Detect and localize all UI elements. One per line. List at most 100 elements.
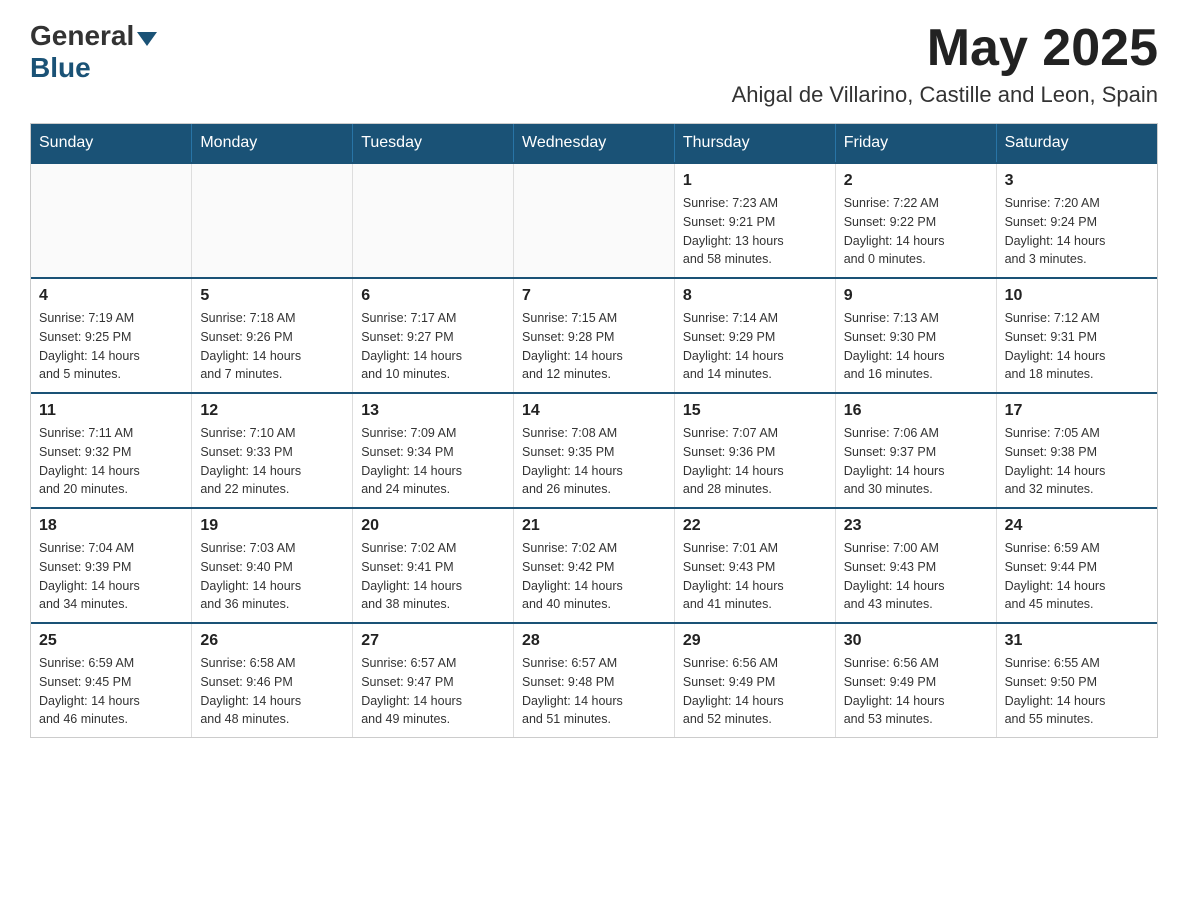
calendar-cell: 3 Sunrise: 7:20 AM Sunset: 9:24 PM Daylig…: [996, 163, 1157, 278]
calendar-week-5: 25 Sunrise: 6:59 AM Sunset: 9:45 PM Dayli…: [31, 623, 1157, 737]
day-info: Sunrise: 6:59 AM Sunset: 9:45 PM Dayligh…: [39, 654, 183, 729]
calendar-cell: 30 Sunrise: 6:56 AM Sunset: 9:49 PM Dayli…: [835, 623, 996, 737]
calendar: SundayMondayTuesdayWednesdayThursdayFrid…: [30, 123, 1158, 738]
logo: General Blue: [30, 20, 157, 84]
calendar-cell: 1Sunrise: 7:23 AM Sunset: 9:21 PM Daylig…: [674, 163, 835, 278]
day-of-week-tuesday: Tuesday: [353, 124, 514, 163]
day-info: Sunrise: 7:10 AM Sunset: 9:33 PM Dayligh…: [200, 424, 344, 499]
calendar-cell: 11 Sunrise: 7:11 AM Sunset: 9:32 PM Dayli…: [31, 393, 192, 508]
calendar-cell: 24 Sunrise: 6:59 AM Sunset: 9:44 PM Dayli…: [996, 508, 1157, 623]
calendar-cell: 20 Sunrise: 7:02 AM Sunset: 9:41 PM Dayli…: [353, 508, 514, 623]
day-number: 2: [844, 172, 988, 190]
day-info: Sunrise: 7:04 AM Sunset: 9:39 PM Dayligh…: [39, 539, 183, 614]
calendar-cell: [192, 163, 353, 278]
day-info: Sunrise: 7:15 AM Sunset: 9:28 PM Dayligh…: [522, 309, 666, 384]
month-year-title: May 2025: [732, 20, 1158, 77]
day-of-week-thursday: Thursday: [674, 124, 835, 163]
logo-blue-text: Blue: [30, 52, 91, 84]
day-info: Sunrise: 6:56 AM Sunset: 9:49 PM Dayligh…: [683, 654, 827, 729]
calendar-cell: 10 Sunrise: 7:12 AM Sunset: 9:31 PM Dayli…: [996, 278, 1157, 393]
day-info: Sunrise: 7:00 AM Sunset: 9:43 PM Dayligh…: [844, 539, 988, 614]
calendar-cell: 4 Sunrise: 7:19 AM Sunset: 9:25 PM Daylig…: [31, 278, 192, 393]
day-number: 8: [683, 287, 827, 305]
calendar-cell: 26 Sunrise: 6:58 AM Sunset: 9:46 PM Dayli…: [192, 623, 353, 737]
day-info: Sunrise: 7:12 AM Sunset: 9:31 PM Dayligh…: [1005, 309, 1149, 384]
day-info: Sunrise: 7:05 AM Sunset: 9:38 PM Dayligh…: [1005, 424, 1149, 499]
location-subtitle: Ahigal de Villarino, Castille and Leon, …: [732, 82, 1158, 108]
day-number: 30: [844, 632, 988, 650]
calendar-cell: 21 Sunrise: 7:02 AM Sunset: 9:42 PM Dayli…: [514, 508, 675, 623]
logo-general-text: General: [30, 20, 134, 52]
day-number: 31: [1005, 632, 1149, 650]
day-number: 24: [1005, 517, 1149, 535]
calendar-cell: 9Sunrise: 7:13 AM Sunset: 9:30 PM Daylig…: [835, 278, 996, 393]
day-number: 22: [683, 517, 827, 535]
day-number: 7: [522, 287, 666, 305]
day-of-week-saturday: Saturday: [996, 124, 1157, 163]
day-number: 29: [683, 632, 827, 650]
day-number: 25: [39, 632, 183, 650]
calendar-cell: 31 Sunrise: 6:55 AM Sunset: 9:50 PM Dayli…: [996, 623, 1157, 737]
day-info: Sunrise: 7:11 AM Sunset: 9:32 PM Dayligh…: [39, 424, 183, 499]
day-of-week-friday: Friday: [835, 124, 996, 163]
calendar-week-4: 18Sunrise: 7:04 AM Sunset: 9:39 PM Dayli…: [31, 508, 1157, 623]
day-number: 19: [200, 517, 344, 535]
day-info: Sunrise: 7:02 AM Sunset: 9:42 PM Dayligh…: [522, 539, 666, 614]
calendar-week-3: 11 Sunrise: 7:11 AM Sunset: 9:32 PM Dayli…: [31, 393, 1157, 508]
day-number: 17: [1005, 402, 1149, 420]
day-info: Sunrise: 7:02 AM Sunset: 9:41 PM Dayligh…: [361, 539, 505, 614]
calendar-cell: 14Sunrise: 7:08 AM Sunset: 9:35 PM Dayli…: [514, 393, 675, 508]
calendar-cell: 25 Sunrise: 6:59 AM Sunset: 9:45 PM Dayli…: [31, 623, 192, 737]
calendar-cell: 17 Sunrise: 7:05 AM Sunset: 9:38 PM Dayli…: [996, 393, 1157, 508]
day-info: Sunrise: 6:57 AM Sunset: 9:48 PM Dayligh…: [522, 654, 666, 729]
calendar-cell: 12 Sunrise: 7:10 AM Sunset: 9:33 PM Dayli…: [192, 393, 353, 508]
day-info: Sunrise: 7:19 AM Sunset: 9:25 PM Dayligh…: [39, 309, 183, 384]
day-info: Sunrise: 7:13 AM Sunset: 9:30 PM Dayligh…: [844, 309, 988, 384]
day-info: Sunrise: 7:03 AM Sunset: 9:40 PM Dayligh…: [200, 539, 344, 614]
day-info: Sunrise: 6:56 AM Sunset: 9:49 PM Dayligh…: [844, 654, 988, 729]
day-info: Sunrise: 7:06 AM Sunset: 9:37 PM Dayligh…: [844, 424, 988, 499]
day-number: 11: [39, 402, 183, 420]
day-number: 5: [200, 287, 344, 305]
day-info: Sunrise: 6:58 AM Sunset: 9:46 PM Dayligh…: [200, 654, 344, 729]
day-number: 23: [844, 517, 988, 535]
calendar-week-2: 4 Sunrise: 7:19 AM Sunset: 9:25 PM Daylig…: [31, 278, 1157, 393]
day-number: 21: [522, 517, 666, 535]
calendar-cell: 29 Sunrise: 6:56 AM Sunset: 9:49 PM Dayli…: [674, 623, 835, 737]
day-number: 4: [39, 287, 183, 305]
calendar-header-row: SundayMondayTuesdayWednesdayThursdayFrid…: [31, 124, 1157, 163]
day-info: Sunrise: 7:09 AM Sunset: 9:34 PM Dayligh…: [361, 424, 505, 499]
day-info: Sunrise: 7:07 AM Sunset: 9:36 PM Dayligh…: [683, 424, 827, 499]
calendar-cell: 18Sunrise: 7:04 AM Sunset: 9:39 PM Dayli…: [31, 508, 192, 623]
day-info: Sunrise: 6:59 AM Sunset: 9:44 PM Dayligh…: [1005, 539, 1149, 614]
day-info: Sunrise: 6:55 AM Sunset: 9:50 PM Dayligh…: [1005, 654, 1149, 729]
calendar-cell: 13 Sunrise: 7:09 AM Sunset: 9:34 PM Dayli…: [353, 393, 514, 508]
day-info: Sunrise: 7:20 AM Sunset: 9:24 PM Dayligh…: [1005, 194, 1149, 269]
calendar-cell: 6Sunrise: 7:17 AM Sunset: 9:27 PM Daylig…: [353, 278, 514, 393]
day-number: 10: [1005, 287, 1149, 305]
day-info: Sunrise: 7:22 AM Sunset: 9:22 PM Dayligh…: [844, 194, 988, 269]
calendar-week-1: 1Sunrise: 7:23 AM Sunset: 9:21 PM Daylig…: [31, 163, 1157, 278]
day-number: 3: [1005, 172, 1149, 190]
calendar-cell: 23 Sunrise: 7:00 AM Sunset: 9:43 PM Dayli…: [835, 508, 996, 623]
calendar-cell: 22Sunrise: 7:01 AM Sunset: 9:43 PM Dayli…: [674, 508, 835, 623]
day-number: 28: [522, 632, 666, 650]
day-of-week-wednesday: Wednesday: [514, 124, 675, 163]
calendar-cell: 15Sunrise: 7:07 AM Sunset: 9:36 PM Dayli…: [674, 393, 835, 508]
calendar-cell: [31, 163, 192, 278]
day-of-week-sunday: Sunday: [31, 124, 192, 163]
day-number: 14: [522, 402, 666, 420]
day-number: 6: [361, 287, 505, 305]
header: General Blue May 2025 Ahigal de Villarin…: [30, 20, 1158, 108]
day-info: Sunrise: 6:57 AM Sunset: 9:47 PM Dayligh…: [361, 654, 505, 729]
day-number: 26: [200, 632, 344, 650]
day-number: 1: [683, 172, 827, 190]
day-number: 12: [200, 402, 344, 420]
day-number: 13: [361, 402, 505, 420]
calendar-cell: 7 Sunrise: 7:15 AM Sunset: 9:28 PM Daylig…: [514, 278, 675, 393]
day-number: 27: [361, 632, 505, 650]
calendar-cell: 2 Sunrise: 7:22 AM Sunset: 9:22 PM Daylig…: [835, 163, 996, 278]
day-info: Sunrise: 7:14 AM Sunset: 9:29 PM Dayligh…: [683, 309, 827, 384]
day-number: 20: [361, 517, 505, 535]
title-section: May 2025 Ahigal de Villarino, Castille a…: [732, 20, 1158, 108]
